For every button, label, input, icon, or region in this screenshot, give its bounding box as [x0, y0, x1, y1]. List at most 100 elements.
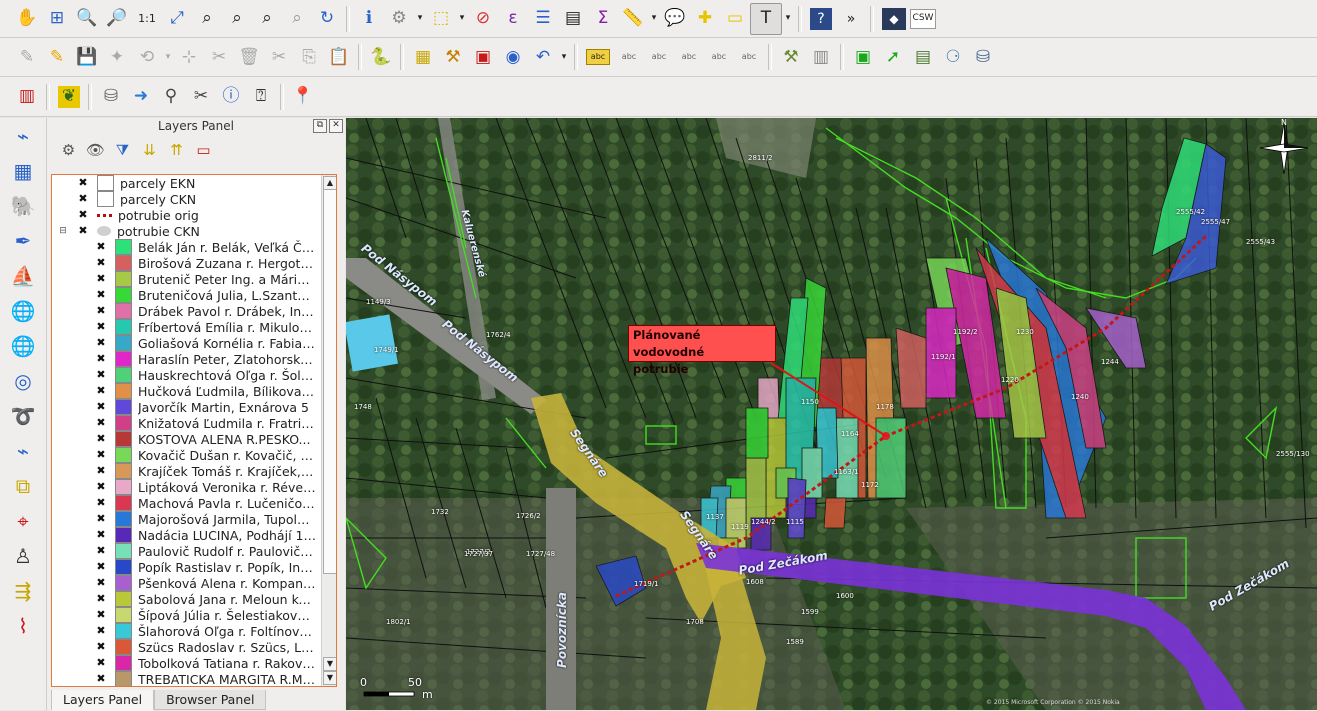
pan-to-selection-icon[interactable]: ⊞ — [42, 4, 72, 34]
add-vector-layer-icon[interactable]: ⌁ — [0, 118, 46, 153]
vector-digitize-icon[interactable]: ▣ — [848, 42, 878, 72]
float-panel-button[interactable]: ⧉ — [313, 119, 327, 133]
undo-icon[interactable]: ↶ — [528, 42, 558, 72]
expand-all-icon[interactable]: ⇊ — [136, 137, 163, 164]
layer-row[interactable]: ✖ parcely EKN — [52, 175, 336, 191]
category-row[interactable]: ✖ Šlahorová Oľga r. Foltínová,... — [52, 623, 336, 639]
layer-grid-icon[interactable]: ▦ — [408, 42, 438, 72]
more-icon[interactable]: » — [836, 4, 866, 34]
zoom-next-icon[interactable]: ⌕ — [282, 4, 312, 34]
select-by-expression-icon[interactable]: ε — [498, 4, 528, 34]
text-annotation-icon[interactable]: T — [750, 2, 782, 35]
add-feature-icon[interactable]: ✦ — [102, 42, 132, 72]
grass-tools-icon[interactable]: ⚒ — [776, 42, 806, 72]
category-row[interactable]: ✖ Krajíček Tomáš r. Krajíček, J... — [52, 463, 336, 479]
category-row[interactable]: ✖ Pšenková Alena r. Kompaní... — [52, 575, 336, 591]
category-row[interactable]: ✖ Šípová Júlia r. Šelestiaková, ... — [52, 607, 336, 623]
category-visibility-checkbox[interactable]: ✖ — [96, 449, 106, 460]
category-row[interactable]: ✖ Goliašová Kornélia r. Fabian... — [52, 335, 336, 351]
category-visibility-checkbox[interactable]: ✖ — [96, 289, 106, 300]
layer-visibility-checkbox[interactable]: ✖ — [78, 209, 88, 220]
layer-style-icon[interactable]: ▥ — [12, 82, 42, 112]
scroll-down-icon[interactable]: ▼ — [323, 671, 336, 685]
toggle-editing-icon[interactable]: ✎ — [42, 42, 72, 72]
layer-visibility-checkbox[interactable]: ✖ — [78, 177, 88, 188]
category-visibility-checkbox[interactable]: ✖ — [96, 241, 106, 252]
category-row[interactable]: ✖ Javorčík Martin, Exnárova 5 — [52, 399, 336, 415]
category-row[interactable]: ✖ Kovačič Dušan r. Kovačič, P... — [52, 447, 336, 463]
deselect-icon[interactable]: ⊘ — [468, 4, 498, 34]
category-visibility-checkbox[interactable]: ✖ — [96, 673, 106, 684]
chevron-down-icon[interactable]: ▾ — [782, 4, 794, 34]
arrow-right-icon[interactable]: ➜ — [126, 82, 156, 112]
chevron-down-icon[interactable]: ▾ — [162, 42, 174, 72]
category-visibility-checkbox[interactable]: ✖ — [96, 609, 106, 620]
category-row[interactable]: ✖ Liptáková Veronika r. Réves... — [52, 479, 336, 495]
zoom-to-selection-icon[interactable]: ⌕ — [192, 4, 222, 34]
add-wms-layer-icon[interactable]: ⛵ — [0, 258, 46, 293]
scroll-down-icon[interactable]: ▼ — [323, 657, 336, 671]
zoom-out-icon[interactable]: 🔎 — [102, 4, 132, 34]
refresh-icon[interactable]: ↻ — [312, 4, 342, 34]
layer-tree-scrollbar[interactable]: ▲ ▼ ▼ — [321, 175, 336, 686]
cut-features-icon[interactable]: ✂ — [204, 42, 234, 72]
label-icon[interactable]: abc — [586, 49, 610, 65]
pan-icon[interactable]: ✋ — [12, 4, 42, 34]
category-visibility-checkbox[interactable]: ✖ — [96, 545, 106, 556]
plugin-leaf-icon[interactable]: ❦ — [58, 85, 80, 108]
category-visibility-checkbox[interactable]: ✖ — [96, 257, 106, 268]
category-visibility-checkbox[interactable]: ✖ — [96, 353, 106, 364]
layer-row[interactable]: ✖ potrubie orig — [52, 207, 336, 223]
plugin-icon[interactable]: ◉ — [498, 42, 528, 72]
category-visibility-checkbox[interactable]: ✖ — [96, 561, 106, 572]
layer-row[interactable]: ⊟ ✖ potrubie CKN — [52, 223, 336, 239]
category-row[interactable]: ✖ Machová Pavla r. Lučeničov... — [52, 495, 336, 511]
category-visibility-checkbox[interactable]: ✖ — [96, 417, 106, 428]
zoom-actual-size-icon[interactable]: 1:1 — [132, 4, 162, 34]
category-row[interactable]: ✖ Haraslín Peter, Zlatohorská 15 — [52, 351, 336, 367]
category-row[interactable]: ✖ Belák Ján r. Belák, Veľká Ča... — [52, 239, 336, 255]
category-visibility-checkbox[interactable]: ✖ — [96, 625, 106, 636]
visibility-eye-icon[interactable]: 👁 — [82, 137, 109, 164]
category-row[interactable]: ✖ Tobolková Tatiana r. Rakovi... — [52, 655, 336, 671]
layer-visibility-checkbox[interactable]: ✖ — [78, 193, 88, 204]
category-visibility-checkbox[interactable]: ✖ — [96, 305, 106, 316]
raster-icon[interactable]: ▤ — [908, 42, 938, 72]
delete-selected-icon[interactable]: 🗑 — [234, 42, 264, 72]
db-manager-icon[interactable]: ▥ — [806, 42, 836, 72]
chevron-down-icon[interactable]: ▾ — [558, 42, 570, 72]
scrollbar-thumb[interactable] — [323, 189, 336, 574]
add-wfs-layer-icon[interactable]: 🌐 — [0, 328, 46, 363]
csw-button[interactable]: CSW — [910, 8, 936, 29]
category-visibility-checkbox[interactable]: ✖ — [96, 337, 106, 348]
coordinate-capture-icon[interactable]: ♙ — [0, 538, 46, 573]
layer-style-icon[interactable]: ⚙ — [55, 137, 82, 164]
label-show-icon[interactable]: abc — [644, 42, 674, 72]
remove-layer-icon[interactable]: ▭ — [190, 137, 217, 164]
zoom-in-icon[interactable]: 🔍 — [72, 4, 102, 34]
category-row[interactable]: ✖ Bruteničová Julia, L.Szantо... — [52, 287, 336, 303]
move-feature-icon[interactable]: ⟲ — [132, 42, 162, 72]
raster-icon[interactable]: ➚ — [878, 42, 908, 72]
category-row[interactable]: ✖ Brutenič Peter Ing. a Mária,... — [52, 271, 336, 287]
edit-pencil-disabled-icon[interactable]: ✎ — [12, 42, 42, 72]
chevron-down-icon[interactable]: ▾ — [414, 4, 426, 34]
add-virtual-layer-icon[interactable]: ⧉ — [0, 468, 46, 503]
label-rotate-icon[interactable]: abc — [704, 42, 734, 72]
category-row[interactable]: ✖ Drábek Pavol r. Drábek, Ing.... — [52, 303, 336, 319]
category-row[interactable]: ✖ Nadácia LUCINA, Podhájí 1/c... — [52, 527, 336, 543]
map-tips-icon[interactable]: 💬 — [660, 4, 690, 34]
add-delimited-text-icon[interactable]: ◎ — [0, 363, 46, 398]
category-visibility-checkbox[interactable]: ✖ — [96, 497, 106, 508]
tab-layers-panel[interactable]: Layers Panel — [51, 690, 155, 711]
category-row[interactable]: ✖ Popík Rastislav r. Popík, Ing.... — [52, 559, 336, 575]
database-icon[interactable]: ⛁ — [968, 42, 998, 72]
whats-this-icon[interactable]: ⍰ — [246, 82, 276, 112]
new-shapefile-layer-icon[interactable]: ⌁ — [0, 433, 46, 468]
category-row[interactable]: ✖ Hučková Ľudmila, Bílikova 7... — [52, 383, 336, 399]
node-tool-icon[interactable]: ⊹ — [174, 42, 204, 72]
category-row[interactable]: ✖ Birošová Zuzana r. Hergott... — [52, 255, 336, 271]
category-row[interactable]: ✖ TREBATICKA MARGITA R.MI... — [52, 671, 336, 686]
category-visibility-checkbox[interactable]: ✖ — [96, 433, 106, 444]
help-icon[interactable]: ? — [810, 7, 832, 30]
